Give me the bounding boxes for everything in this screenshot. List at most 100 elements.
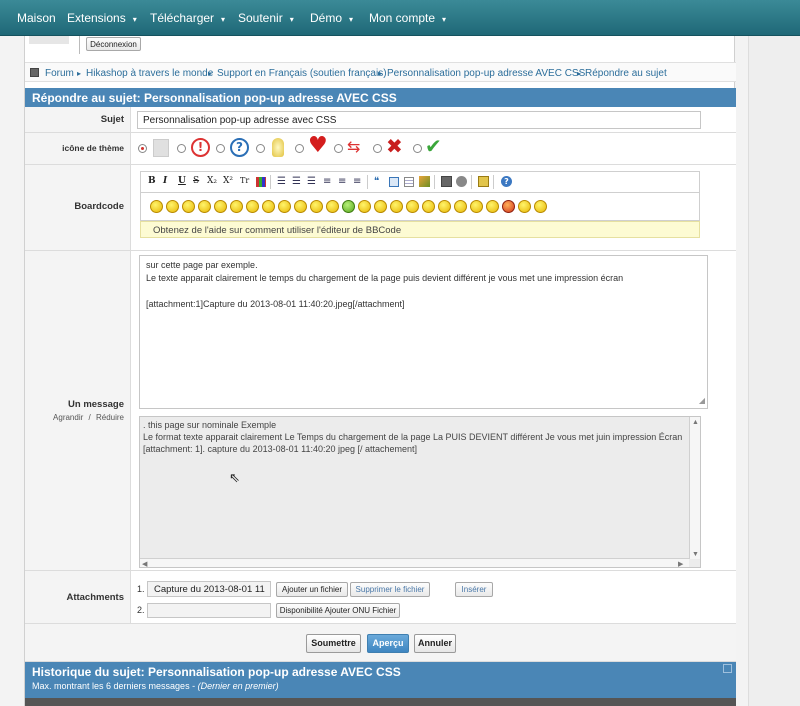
font-size-button[interactable]: Tr xyxy=(240,176,249,185)
submit-button[interactable]: Soumettre xyxy=(306,634,361,653)
italic-button[interactable]: I xyxy=(163,176,167,186)
unordered-list-icon[interactable]: ☰ xyxy=(277,176,286,187)
smiley-sleep-icon[interactable] xyxy=(470,200,483,213)
align-center-icon[interactable]: ≡ xyxy=(338,176,346,187)
avatar xyxy=(29,36,69,44)
scroll-down-icon[interactable]: ▼ xyxy=(692,549,699,561)
attachment-1-field[interactable]: Capture du 2013-08-01 11 xyxy=(147,581,271,597)
nav-item-mon-compte[interactable]: Mon compte ▾ xyxy=(369,11,446,25)
video-icon[interactable] xyxy=(441,176,452,187)
nav-item-telecharger[interactable]: Télécharger ▾ xyxy=(150,11,225,25)
preview-horizontal-scrollbar[interactable]: ◀ ▶ xyxy=(140,558,689,567)
strike-button[interactable]: S xyxy=(193,176,199,186)
subject-input[interactable]: Personnalisation pop-up adresse avec CSS xyxy=(137,111,701,129)
breadcrumb-reply[interactable]: Répondre au sujet xyxy=(585,68,667,79)
scroll-up-icon[interactable]: ▲ xyxy=(692,417,699,429)
subject-row: Sujet Personnalisation pop-up adresse av… xyxy=(25,107,736,133)
list-item-icon[interactable]: ☰ xyxy=(307,176,316,187)
nav-item-extensions[interactable]: Extensions ▾ xyxy=(67,11,137,25)
smiley-devil-icon[interactable] xyxy=(502,200,515,213)
reply-heading: Répondre au sujet: Personnalisation pop-… xyxy=(25,88,736,107)
preview-vertical-scrollbar[interactable]: ▲ ▼ xyxy=(689,417,700,561)
subscript-button[interactable]: X₂ xyxy=(207,176,217,186)
ordered-list-icon[interactable]: ☰ xyxy=(292,176,301,187)
nav-item-demo[interactable]: Démo ▾ xyxy=(310,11,353,25)
smiley-shock-icon[interactable] xyxy=(278,200,291,213)
icon-radio-cross[interactable] xyxy=(373,144,382,153)
table-icon[interactable] xyxy=(404,177,414,187)
nav-item-maison[interactable]: Maison xyxy=(17,11,56,25)
color-icon[interactable] xyxy=(256,177,266,187)
insert-attachment-button[interactable]: Insérer xyxy=(455,582,493,597)
smiley-smile-icon[interactable] xyxy=(182,200,195,213)
help-icon[interactable]: ? xyxy=(501,176,512,187)
smiley-dizzy-icon[interactable] xyxy=(374,200,387,213)
breadcrumb-support[interactable]: Support en Français (soutien français) xyxy=(217,68,387,79)
message-row: Un message Agrandir / Réduire sur cette … xyxy=(25,251,736,571)
smiley-angry-icon[interactable] xyxy=(262,200,275,213)
preview-line: [attachment: 1]. capture du 2013-08-01 1… xyxy=(143,444,418,454)
reduce-link[interactable]: Réduire xyxy=(96,413,124,422)
align-left-icon[interactable]: ≡ xyxy=(323,176,331,187)
attachment-icon[interactable] xyxy=(478,176,489,187)
nav-item-soutenir[interactable]: Soutenir ▾ xyxy=(238,11,294,25)
smiley-surprised-icon[interactable] xyxy=(406,200,419,213)
smiley-rolleyes-icon[interactable] xyxy=(486,200,499,213)
heart-icon: ♥ xyxy=(308,133,328,158)
icon-radio-redirect[interactable] xyxy=(334,144,343,153)
cancel-button[interactable]: Annuler xyxy=(414,634,456,653)
top-navigation: Maison Extensions ▾ Télécharger ▾ Soutenir… xyxy=(0,0,800,36)
breadcrumb: Forum ▸ Hikashop à travers le monde ▸ Su… xyxy=(25,62,736,82)
underline-button[interactable]: U xyxy=(178,176,186,186)
message-textarea[interactable]: sur cette page par exemple. Le texte app… xyxy=(139,255,708,409)
smiley-laugh-icon[interactable] xyxy=(198,200,211,213)
smiley-grin-icon[interactable] xyxy=(326,200,339,213)
smiley-hmm-icon[interactable] xyxy=(534,200,547,213)
mouse-cursor-icon: ⇖ xyxy=(229,470,240,485)
smiley-cool-icon[interactable] xyxy=(150,200,163,213)
align-right-icon[interactable]: ≡ xyxy=(353,176,361,187)
code-icon[interactable] xyxy=(389,177,399,187)
smiley-sick-icon[interactable] xyxy=(342,200,355,213)
resize-grip-icon[interactable]: ◢ xyxy=(699,394,705,407)
icon-radio-default[interactable] xyxy=(138,144,147,153)
smiley-wink-icon[interactable] xyxy=(246,200,259,213)
smiley-silly-icon[interactable] xyxy=(422,200,435,213)
smiley-sad-icon[interactable] xyxy=(166,200,179,213)
smiley-innocent-icon[interactable] xyxy=(518,200,531,213)
smiley-tongue-icon[interactable] xyxy=(230,200,243,213)
superscript-button[interactable]: X² xyxy=(223,176,233,186)
icon-radio-check[interactable] xyxy=(413,144,422,153)
breadcrumb-hikashop[interactable]: Hikashop à travers le monde xyxy=(86,68,213,79)
attachment-2-field[interactable] xyxy=(147,603,271,618)
smiley-neutral-icon[interactable] xyxy=(358,200,371,213)
smiley-kiss-icon[interactable] xyxy=(454,200,467,213)
map-icon[interactable] xyxy=(456,176,467,187)
image-icon[interactable] xyxy=(419,176,430,187)
preview-button[interactable]: Aperçu xyxy=(367,634,409,653)
smiley-cry-icon[interactable] xyxy=(438,200,451,213)
icon-radio-question[interactable] xyxy=(216,144,225,153)
add-file-button[interactable]: Ajouter un fichier xyxy=(276,582,348,597)
breadcrumb-forum[interactable]: Forum xyxy=(45,68,74,79)
history-table-header xyxy=(25,698,736,706)
breadcrumb-topic[interactable]: Personnalisation pop-up adresse AVEC CSS xyxy=(387,68,585,79)
icon-radio-exclamation[interactable] xyxy=(177,144,186,153)
logout-button[interactable]: Déconnexion xyxy=(86,37,141,51)
bold-button[interactable]: B xyxy=(148,176,156,186)
add-another-file-button[interactable]: Disponibilité Ajouter ONU Fichier xyxy=(276,603,400,618)
smiley-blush-icon[interactable] xyxy=(214,200,227,213)
enlarge-link[interactable]: Agrandir xyxy=(53,413,83,422)
icon-radio-love[interactable] xyxy=(295,144,304,153)
smiley-whistle-icon[interactable] xyxy=(390,200,403,213)
smiley-confused-icon[interactable] xyxy=(294,200,307,213)
main-content: Déconnexion Forum ▸ Hikashop à travers l… xyxy=(24,36,736,706)
collapse-icon[interactable] xyxy=(723,664,732,673)
remove-file-button[interactable]: Supprimer le fichier xyxy=(350,582,430,597)
scroll-right-icon[interactable]: ▶ xyxy=(678,559,683,567)
scroll-left-icon[interactable]: ◀ xyxy=(142,559,147,567)
icon-radio-idea[interactable] xyxy=(256,144,265,153)
quote-icon[interactable]: ❝ xyxy=(374,176,379,187)
question-icon: ? xyxy=(230,138,249,157)
smiley-unsure-icon[interactable] xyxy=(310,200,323,213)
